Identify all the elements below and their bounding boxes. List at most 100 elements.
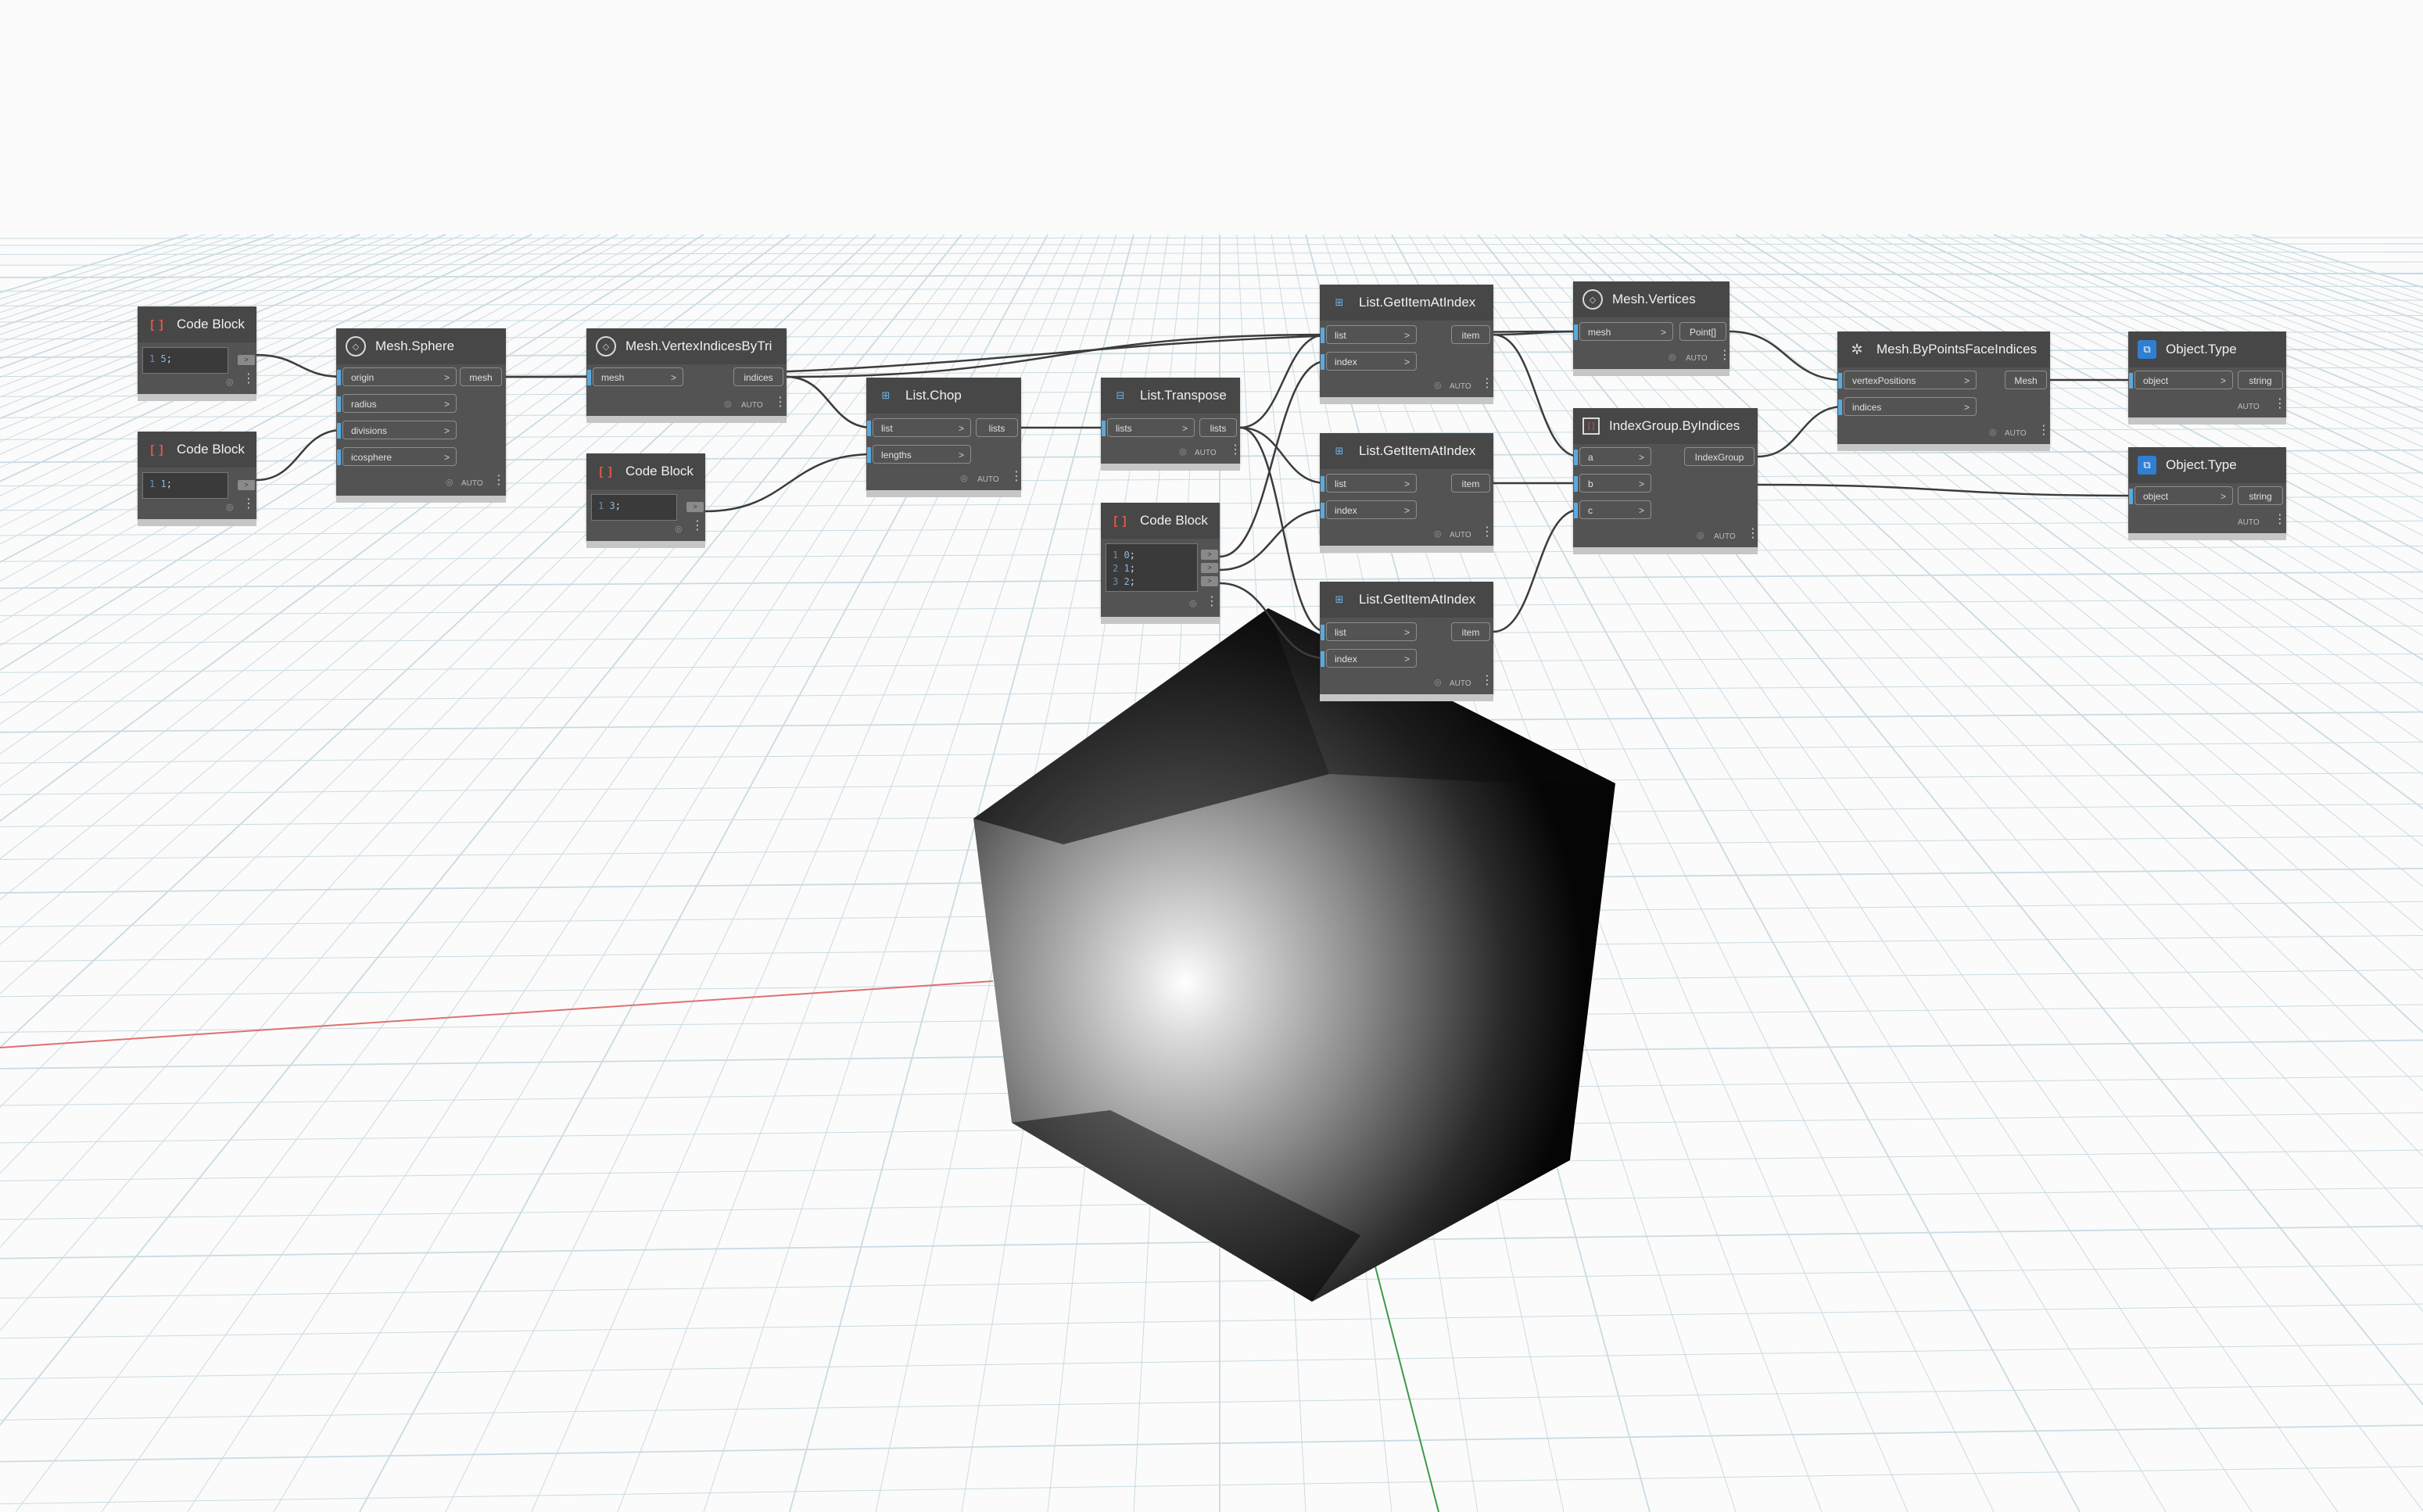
node-title: Code Block — [177, 317, 245, 331]
list-transpose-node[interactable]: ⊟ List.Transpose lists lists ◎ AUTO ⋮ — [1101, 378, 1242, 471]
3d-background-viewport[interactable] — [0, 0, 2423, 1512]
output-port[interactable]: > — [238, 480, 255, 490]
input-port-lengths[interactable]: lengths — [867, 445, 971, 464]
code-block-node[interactable]: [ ] Code Block 1 0; 2 1; 3 2; > > > ◎ ⋮ — [1101, 503, 1220, 624]
eye-icon[interactable]: ◎ — [724, 399, 732, 409]
input-port-index[interactable]: index — [1321, 500, 1417, 520]
vertical-dots-icon[interactable]: ⋮ — [1747, 528, 1759, 540]
code-block-node[interactable]: [ ] Code Block 1 1; > ◎ ⋮ — [138, 432, 256, 526]
code-editor[interactable]: 1 1; — [142, 472, 228, 499]
output-port-string[interactable]: string — [2238, 371, 2283, 389]
node-title: Object.Type — [2166, 342, 2237, 357]
input-port-index[interactable]: index — [1321, 352, 1417, 371]
vertical-dots-icon[interactable]: ⋮ — [1481, 675, 1493, 687]
output-port[interactable]: > — [1201, 563, 1218, 573]
input-port-index[interactable]: index — [1321, 649, 1417, 668]
output-port[interactable]: > — [238, 355, 255, 365]
mesh-vertices-node[interactable]: ◇ Mesh.Vertices mesh Point[] ◎ AUTO ⋮ — [1573, 281, 1731, 376]
output-port[interactable]: > — [1201, 576, 1218, 586]
output-port-indices[interactable]: indices — [733, 367, 783, 386]
input-port-list[interactable]: list — [1321, 474, 1417, 493]
lacing-label: AUTO — [1195, 449, 1217, 457]
vertical-dots-icon[interactable]: ⋮ — [2274, 398, 2286, 410]
output-port-mesh[interactable]: mesh — [460, 367, 502, 386]
input-port-c[interactable]: c — [1574, 500, 1651, 520]
vertical-dots-icon[interactable]: ⋮ — [2038, 425, 2050, 437]
list-node-icon: ⊞ — [1335, 296, 1344, 308]
output-port-lists[interactable]: lists — [976, 418, 1018, 437]
eye-icon[interactable]: ◎ — [1189, 598, 1197, 608]
mesh-vertex-indices-node[interactable]: ◇Mesh.VertexIndicesByTri mesh indices ◎ … — [586, 328, 787, 423]
vertical-dots-icon[interactable]: ⋮ — [242, 498, 255, 511]
input-port-icosphere[interactable]: icosphere — [337, 447, 457, 467]
object-type-node[interactable]: ⧉ Object.Type object string AUTO ⋮ — [2128, 331, 2286, 425]
eye-icon[interactable]: ◎ — [1697, 530, 1704, 540]
input-port-list[interactable]: list — [1321, 325, 1417, 345]
mesh-node-icon: ◇ — [596, 336, 616, 357]
output-port-item[interactable]: item — [1451, 474, 1490, 493]
eye-icon[interactable]: ◎ — [446, 477, 453, 487]
input-port-list[interactable]: list — [1321, 622, 1417, 642]
input-port-object[interactable]: object — [2129, 371, 2233, 390]
input-port-mesh[interactable]: mesh — [587, 367, 683, 387]
mesh-sphere-node[interactable]: ◇ Mesh.Sphere origin radius divisions ico… — [336, 328, 506, 503]
output-port[interactable]: > — [686, 502, 704, 512]
eye-icon[interactable]: ◎ — [1669, 352, 1676, 362]
eye-icon[interactable]: ◎ — [1179, 446, 1187, 457]
vertical-dots-icon[interactable]: ⋮ — [2274, 514, 2286, 526]
vertical-dots-icon[interactable]: ⋮ — [1229, 444, 1242, 457]
input-port-a[interactable]: a — [1574, 447, 1651, 467]
vertical-dots-icon[interactable]: ⋮ — [242, 373, 255, 385]
lacing-label: AUTO — [977, 475, 999, 484]
vertical-dots-icon[interactable]: ⋮ — [1010, 471, 1023, 483]
output-port-index-group[interactable]: IndexGroup — [1684, 447, 1755, 466]
index-group-node[interactable]: [ ] IndexGroup.ByIndices a b c IndexGroup… — [1573, 408, 1759, 554]
code-block-node[interactable]: [ ] Code Block 1 5; > ◎ ⋮ — [138, 306, 256, 401]
input-port-mesh[interactable]: mesh — [1574, 322, 1673, 342]
input-port-divisions[interactable]: divisions — [337, 421, 457, 440]
object-type-node[interactable]: ⧉ Object.Type object string AUTO ⋮ — [2128, 447, 2286, 540]
list-chop-node[interactable]: ⊞ List.Chop list lengths lists ◎ AUTO ⋮ — [866, 378, 1023, 497]
input-port-list[interactable]: list — [867, 418, 971, 438]
eye-icon[interactable]: ◎ — [675, 524, 683, 534]
code-editor[interactable]: 1 0; 2 1; 3 2; — [1106, 543, 1198, 592]
vertical-dots-icon[interactable]: ⋮ — [493, 475, 505, 487]
eye-icon[interactable]: ◎ — [226, 377, 234, 387]
list-get-item-node[interactable]: ⊞ List.GetItemAtIndex list index item ◎ A… — [1320, 285, 1493, 404]
node-title: List.Transpose — [1140, 388, 1227, 403]
vertical-dots-icon[interactable]: ⋮ — [1719, 349, 1731, 362]
input-port-b[interactable]: b — [1574, 474, 1651, 493]
output-port-string[interactable]: string — [2238, 486, 2283, 505]
output-port-mesh[interactable]: Mesh — [2005, 371, 2047, 389]
output-port-points[interactable]: Point[] — [1679, 322, 1726, 341]
vertical-dots-icon[interactable]: ⋮ — [1481, 378, 1493, 390]
output-port-item[interactable]: item — [1451, 325, 1490, 344]
input-port-indices[interactable]: indices — [1838, 397, 1977, 417]
code-editor[interactable]: 1 3; — [591, 494, 677, 521]
mesh-by-points-face-indices-node[interactable]: ✲ Mesh.ByPointsFaceIndices vertexPosition… — [1837, 331, 2050, 451]
code-editor[interactable]: 1 5; — [142, 347, 228, 374]
eye-icon[interactable]: ◎ — [1434, 380, 1442, 390]
output-port-item[interactable]: item — [1451, 622, 1490, 641]
input-port-vertex-positions[interactable]: vertexPositions — [1838, 371, 1977, 390]
vertical-dots-icon[interactable]: ⋮ — [774, 396, 787, 409]
input-port-origin[interactable]: origin — [337, 367, 457, 387]
eye-icon[interactable]: ◎ — [1989, 427, 1997, 437]
list-get-item-node[interactable]: ⊞ List.GetItemAtIndex list index item ◎ A… — [1320, 582, 1493, 701]
list-get-item-node[interactable]: ⊞ List.GetItemAtIndex list index item ◎ A… — [1320, 433, 1493, 553]
eye-icon[interactable]: ◎ — [1434, 677, 1442, 687]
code-block-node[interactable]: [ ] Code Block 1 3; > ◎ ⋮ — [586, 453, 705, 548]
vertical-dots-icon[interactable]: ⋮ — [691, 520, 704, 532]
input-port-lists[interactable]: lists — [1102, 418, 1195, 438]
eye-icon[interactable]: ◎ — [960, 473, 968, 483]
input-port-object[interactable]: object — [2129, 486, 2233, 506]
list-node-icon: ⊞ — [881, 389, 891, 401]
output-port-lists[interactable]: lists — [1199, 418, 1237, 437]
vertical-dots-icon[interactable]: ⋮ — [1206, 596, 1218, 608]
lacing-label: AUTO — [1450, 382, 1471, 391]
input-port-radius[interactable]: radius — [337, 394, 457, 414]
vertical-dots-icon[interactable]: ⋮ — [1481, 526, 1493, 539]
output-port[interactable]: > — [1201, 550, 1218, 560]
eye-icon[interactable]: ◎ — [226, 502, 234, 512]
eye-icon[interactable]: ◎ — [1434, 528, 1442, 539]
